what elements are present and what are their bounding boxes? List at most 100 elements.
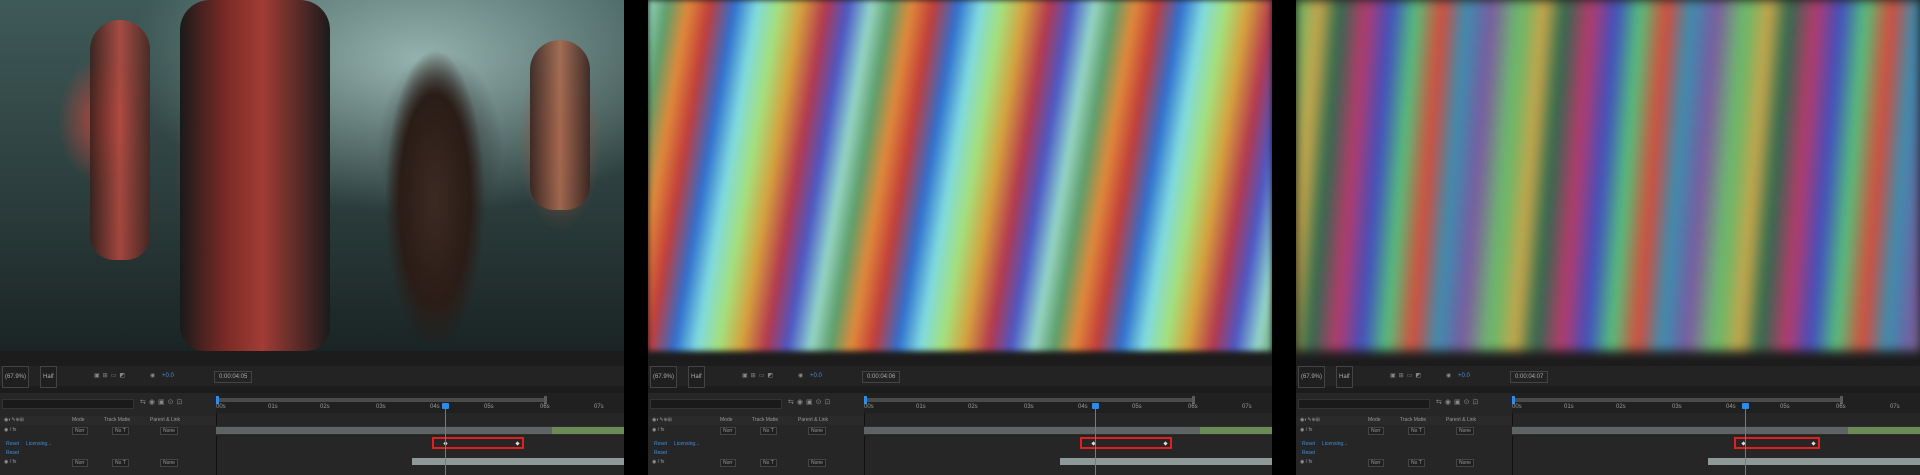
- work-area-bar[interactable]: [216, 398, 546, 402]
- playhead[interactable]: [1092, 403, 1099, 475]
- timeline-switches[interactable]: ⇆◉▣⊙⊡: [140, 398, 185, 406]
- keyframe-icon[interactable]: [515, 441, 520, 446]
- panel-divider[interactable]: [216, 413, 217, 475]
- exposure-value[interactable]: +0.0: [162, 366, 174, 386]
- parent-dropdown[interactable]: None: [808, 427, 826, 435]
- track-matte-dropdown[interactable]: No Ṫ: [760, 427, 777, 435]
- layer-row[interactable]: ◉ / fx Norr No Ṫ None: [648, 426, 864, 435]
- layer-switch-icons[interactable]: ◉ / fx: [4, 427, 16, 433]
- view-options-icons[interactable]: ▣⊞▭◩: [1390, 366, 1424, 386]
- exposure-value[interactable]: +0.0: [1458, 366, 1470, 386]
- ruler-tick: 07s: [1890, 404, 1900, 410]
- layer-switch-icons[interactable]: ◉ / fx: [4, 459, 16, 465]
- licensing-link[interactable]: Licensing...: [674, 441, 699, 447]
- layer-row[interactable]: ◉ / fx Norr No Ṫ None: [0, 458, 216, 467]
- licensing-link[interactable]: Licensing...: [1322, 441, 1347, 447]
- time-ruler[interactable]: 00s 01s 02s 03s 04s 05s 06s 07s: [216, 393, 624, 413]
- mode-dropdown[interactable]: Norr: [1368, 459, 1384, 467]
- composition-viewer[interactable]: [1296, 0, 1920, 351]
- work-area-start-handle[interactable]: [216, 396, 219, 404]
- reset-link[interactable]: Reset: [6, 450, 19, 456]
- resolution-dropdown[interactable]: Half: [40, 366, 57, 388]
- reset-link[interactable]: Reset: [1302, 441, 1315, 447]
- parent-dropdown[interactable]: None: [808, 459, 826, 467]
- playhead-icon[interactable]: [1742, 403, 1749, 409]
- current-time-display[interactable]: 0:00:04:05: [214, 371, 253, 383]
- track-matte-dropdown[interactable]: No Ṫ: [112, 427, 129, 435]
- camera-icon[interactable]: ◉: [1446, 366, 1451, 386]
- parent-dropdown[interactable]: None: [160, 427, 178, 435]
- mode-dropdown[interactable]: Norr: [1368, 427, 1384, 435]
- zoom-dropdown[interactable]: (67.9%): [2, 366, 30, 388]
- view-options-icons[interactable]: ▣⊞▭◩: [742, 366, 776, 386]
- work-area-end-handle[interactable]: [544, 396, 547, 404]
- layer-track-bar[interactable]: [1060, 458, 1272, 465]
- panel-divider[interactable]: [864, 413, 865, 475]
- layer-track-bar[interactable]: [216, 427, 552, 434]
- composition-viewer[interactable]: [648, 0, 1272, 351]
- layer-track-bar[interactable]: [1512, 427, 1848, 434]
- playhead-icon[interactable]: [442, 403, 449, 409]
- layer-row[interactable]: ◉ / fx Norr No Ṫ None: [1296, 458, 1512, 467]
- track-matte-dropdown[interactable]: No Ṫ: [1408, 427, 1425, 435]
- layer-switch-icons[interactable]: ◉ / fx: [652, 459, 664, 465]
- track-matte-dropdown[interactable]: No Ṫ: [1408, 459, 1425, 467]
- resolution-dropdown[interactable]: Half: [1336, 366, 1353, 388]
- reset-link[interactable]: Reset: [1302, 450, 1315, 456]
- timeline-switches[interactable]: ⇆◉▣⊙⊡: [1436, 398, 1481, 406]
- layer-switch-icons[interactable]: ◉ / fx: [1300, 427, 1312, 433]
- layer-row[interactable]: ◉ / fx Norr No Ṫ None: [1296, 426, 1512, 435]
- mode-dropdown[interactable]: Norr: [72, 427, 88, 435]
- mode-dropdown[interactable]: Norr: [72, 459, 88, 467]
- zoom-dropdown[interactable]: (67.9%): [1298, 366, 1326, 388]
- reset-link[interactable]: Reset: [654, 441, 667, 447]
- layer-track-bar[interactable]: [412, 458, 624, 465]
- view-options-icons[interactable]: ▣⊞▭◩: [94, 366, 128, 386]
- search-input[interactable]: [1298, 399, 1430, 409]
- layer-row[interactable]: ◉ / fx Norr No Ṫ None: [648, 458, 864, 467]
- playhead[interactable]: [442, 403, 449, 475]
- work-area-bar[interactable]: [1512, 398, 1842, 402]
- panel-divider[interactable]: [1512, 413, 1513, 475]
- layer-switch-icons[interactable]: ◉◐✎⊕⊞: [652, 417, 672, 423]
- track-matte-dropdown[interactable]: No Ṫ: [760, 459, 777, 467]
- work-area-start-handle[interactable]: [864, 396, 867, 404]
- work-area-end-handle[interactable]: [1192, 396, 1195, 404]
- mode-dropdown[interactable]: Norr: [720, 459, 736, 467]
- layer-switch-icons[interactable]: ◉ / fx: [1300, 459, 1312, 465]
- mode-dropdown[interactable]: Norr: [720, 427, 736, 435]
- layer-track-bar[interactable]: [864, 427, 1200, 434]
- layer-track-bar[interactable]: [1708, 458, 1920, 465]
- reset-link[interactable]: Reset: [654, 450, 667, 456]
- current-time-display[interactable]: 0:00:04:06: [862, 371, 901, 383]
- search-input[interactable]: [2, 399, 134, 409]
- track-matte-dropdown[interactable]: No Ṫ: [112, 459, 129, 467]
- zoom-dropdown[interactable]: (67.9%): [650, 366, 678, 388]
- time-ruler[interactable]: 00s 01s 02s 03s 04s 05s 06s 07s: [864, 393, 1272, 413]
- layer-switch-icons[interactable]: ◉◐✎⊕⊞: [4, 417, 24, 423]
- exposure-value[interactable]: +0.0: [810, 366, 822, 386]
- layer-switch-icons[interactable]: ◉ / fx: [652, 427, 664, 433]
- parent-dropdown[interactable]: None: [160, 459, 178, 467]
- work-area-bar[interactable]: [864, 398, 1194, 402]
- work-area-end-handle[interactable]: [1840, 396, 1843, 404]
- playhead-icon[interactable]: [1092, 403, 1099, 409]
- reset-link[interactable]: Reset: [6, 441, 19, 447]
- current-time-display[interactable]: 0:00:04:07: [1510, 371, 1549, 383]
- keyframe-icon[interactable]: [1163, 441, 1168, 446]
- parent-dropdown[interactable]: None: [1456, 427, 1474, 435]
- keyframe-icon[interactable]: [1811, 441, 1816, 446]
- playhead[interactable]: [1742, 403, 1749, 475]
- licensing-link[interactable]: Licensing...: [26, 441, 51, 447]
- layer-switch-icons[interactable]: ◉◐✎⊕⊞: [1300, 417, 1320, 423]
- resolution-dropdown[interactable]: Half: [688, 366, 705, 388]
- camera-icon[interactable]: ◉: [150, 366, 155, 386]
- search-input[interactable]: [650, 399, 782, 409]
- composition-viewer[interactable]: [0, 0, 624, 351]
- timeline-switches[interactable]: ⇆◉▣⊙⊡: [788, 398, 833, 406]
- layer-row[interactable]: ◉ / fx Norr No Ṫ None: [0, 426, 216, 435]
- time-ruler[interactable]: 00s 01s 02s 03s 04s 05s 06s 07s: [1512, 393, 1920, 413]
- camera-icon[interactable]: ◉: [798, 366, 803, 386]
- parent-dropdown[interactable]: None: [1456, 459, 1474, 467]
- work-area-start-handle[interactable]: [1512, 396, 1515, 404]
